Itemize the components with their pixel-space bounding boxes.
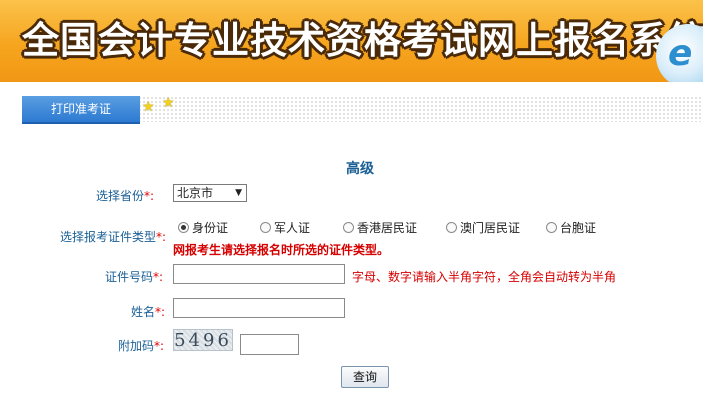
required-mark: *: xyxy=(144,189,155,203)
radio-unchecked-icon[interactable] xyxy=(446,222,457,233)
captcha-image[interactable]: 5496 xyxy=(173,329,233,351)
captcha-input[interactable] xyxy=(240,334,299,355)
required-mark: *: xyxy=(154,339,165,353)
id-type-warning: 网报考生请选择报名时所选的证件类型。 xyxy=(173,243,390,257)
required-mark: *: xyxy=(155,305,166,319)
id-number-label: 证件号码*: xyxy=(105,270,164,284)
radio-macau-id[interactable]: 澳门居民证 xyxy=(446,220,520,236)
radio-taiwan-permit[interactable]: 台胞证 xyxy=(546,220,596,236)
name-input[interactable] xyxy=(173,298,345,318)
province-label: 选择省份*: xyxy=(96,189,155,203)
radio-unchecked-icon[interactable] xyxy=(546,222,557,233)
section-title: 高级 xyxy=(346,161,374,177)
required-mark: *: xyxy=(156,230,167,244)
name-label: 姓名*: xyxy=(131,305,166,319)
radio-unchecked-icon[interactable] xyxy=(260,222,271,233)
province-select[interactable]: 北京市 ▼ xyxy=(173,184,247,202)
header-banner: 全国会计专业技术资格考试网上报名系统 e xyxy=(0,0,703,82)
required-mark: *: xyxy=(153,270,164,284)
star-icon: ★ xyxy=(162,95,175,111)
province-selected-value: 北京市 xyxy=(177,186,214,200)
tab-print-admission-ticket[interactable]: 打印准考证 xyxy=(22,96,140,124)
radio-checked-icon[interactable] xyxy=(178,222,189,233)
id-type-label: 选择报考证件类型*: xyxy=(60,230,167,244)
dropdown-arrow-icon: ▼ xyxy=(235,188,242,198)
query-button[interactable]: 查询 xyxy=(341,366,389,388)
radio-id-card[interactable]: 身份证 xyxy=(178,220,228,236)
radio-hongkong-id[interactable]: 香港居民证 xyxy=(343,220,417,236)
radio-military-id[interactable]: 军人证 xyxy=(260,220,310,236)
star-icon: ★ xyxy=(142,99,155,115)
id-number-input[interactable] xyxy=(173,264,345,284)
id-number-hint: 字母、数字请输入半角字符，全角会自动转为半角 xyxy=(352,270,617,284)
captcha-label: 附加码*: xyxy=(118,339,165,353)
tab-bar: 打印准考证 xyxy=(22,96,703,124)
radio-unchecked-icon[interactable] xyxy=(343,222,354,233)
system-title: 全国会计专业技术资格考试网上报名系统 xyxy=(22,18,703,62)
